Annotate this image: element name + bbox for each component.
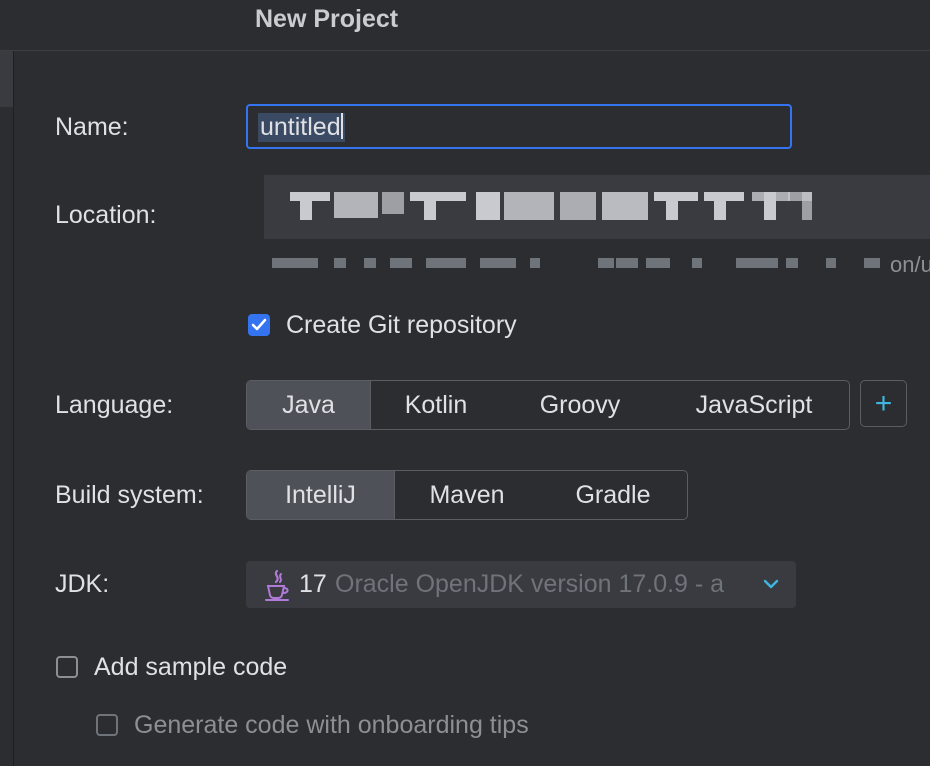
jdk-label: JDK: [55,570,110,598]
name-label: Name: [55,113,129,141]
left-panel-item[interactable] [0,51,13,107]
left-panel [0,51,14,766]
git-checkbox[interactable] [248,314,270,336]
name-input[interactable]: untitled [246,104,792,149]
add-language-button[interactable]: + [860,380,907,427]
onboarding-tips-label[interactable]: Generate code with onboarding tips [134,711,529,740]
language-option-groovy[interactable]: Groovy [501,381,659,429]
build-system-label: Build system: [55,481,204,509]
build-system-selector: IntelliJ Maven Gradle [246,470,688,520]
language-option-java[interactable]: Java [247,381,371,429]
dialog-title: New Project [255,5,399,33]
language-option-kotlin[interactable]: Kotlin [371,381,501,429]
jdk-dropdown[interactable]: 17 Oracle OpenJDK version 17.0.9 - a [246,561,796,608]
onboarding-tips-checkbox[interactable] [96,714,118,736]
sample-code-checkbox[interactable] [56,656,78,678]
chevron-down-icon [763,579,779,589]
language-label: Language: [55,391,174,419]
java-cup-icon [265,569,289,601]
location-input[interactable] [264,175,930,239]
language-selector: Java Kotlin Groovy JavaScript [246,380,850,430]
name-input-value: untitled [258,113,345,142]
checkmark-icon [251,318,267,331]
dialog-titlebar: New Project [0,0,930,51]
sample-code-label[interactable]: Add sample code [94,653,287,682]
text-caret [340,113,343,139]
location-path-suffix: on/u [890,252,930,277]
build-option-maven[interactable]: Maven [395,471,539,519]
build-option-intellij[interactable]: IntelliJ [247,471,395,519]
location-path-hint [272,258,892,268]
location-label: Location: [55,201,157,229]
plus-icon: + [874,386,893,420]
jdk-version: 17 [299,570,327,598]
build-option-gradle[interactable]: Gradle [539,471,687,519]
language-option-javascript[interactable]: JavaScript [659,381,849,429]
git-checkbox-label[interactable]: Create Git repository [286,311,517,340]
jdk-description: Oracle OpenJDK version 17.0.9 - a [335,570,725,598]
